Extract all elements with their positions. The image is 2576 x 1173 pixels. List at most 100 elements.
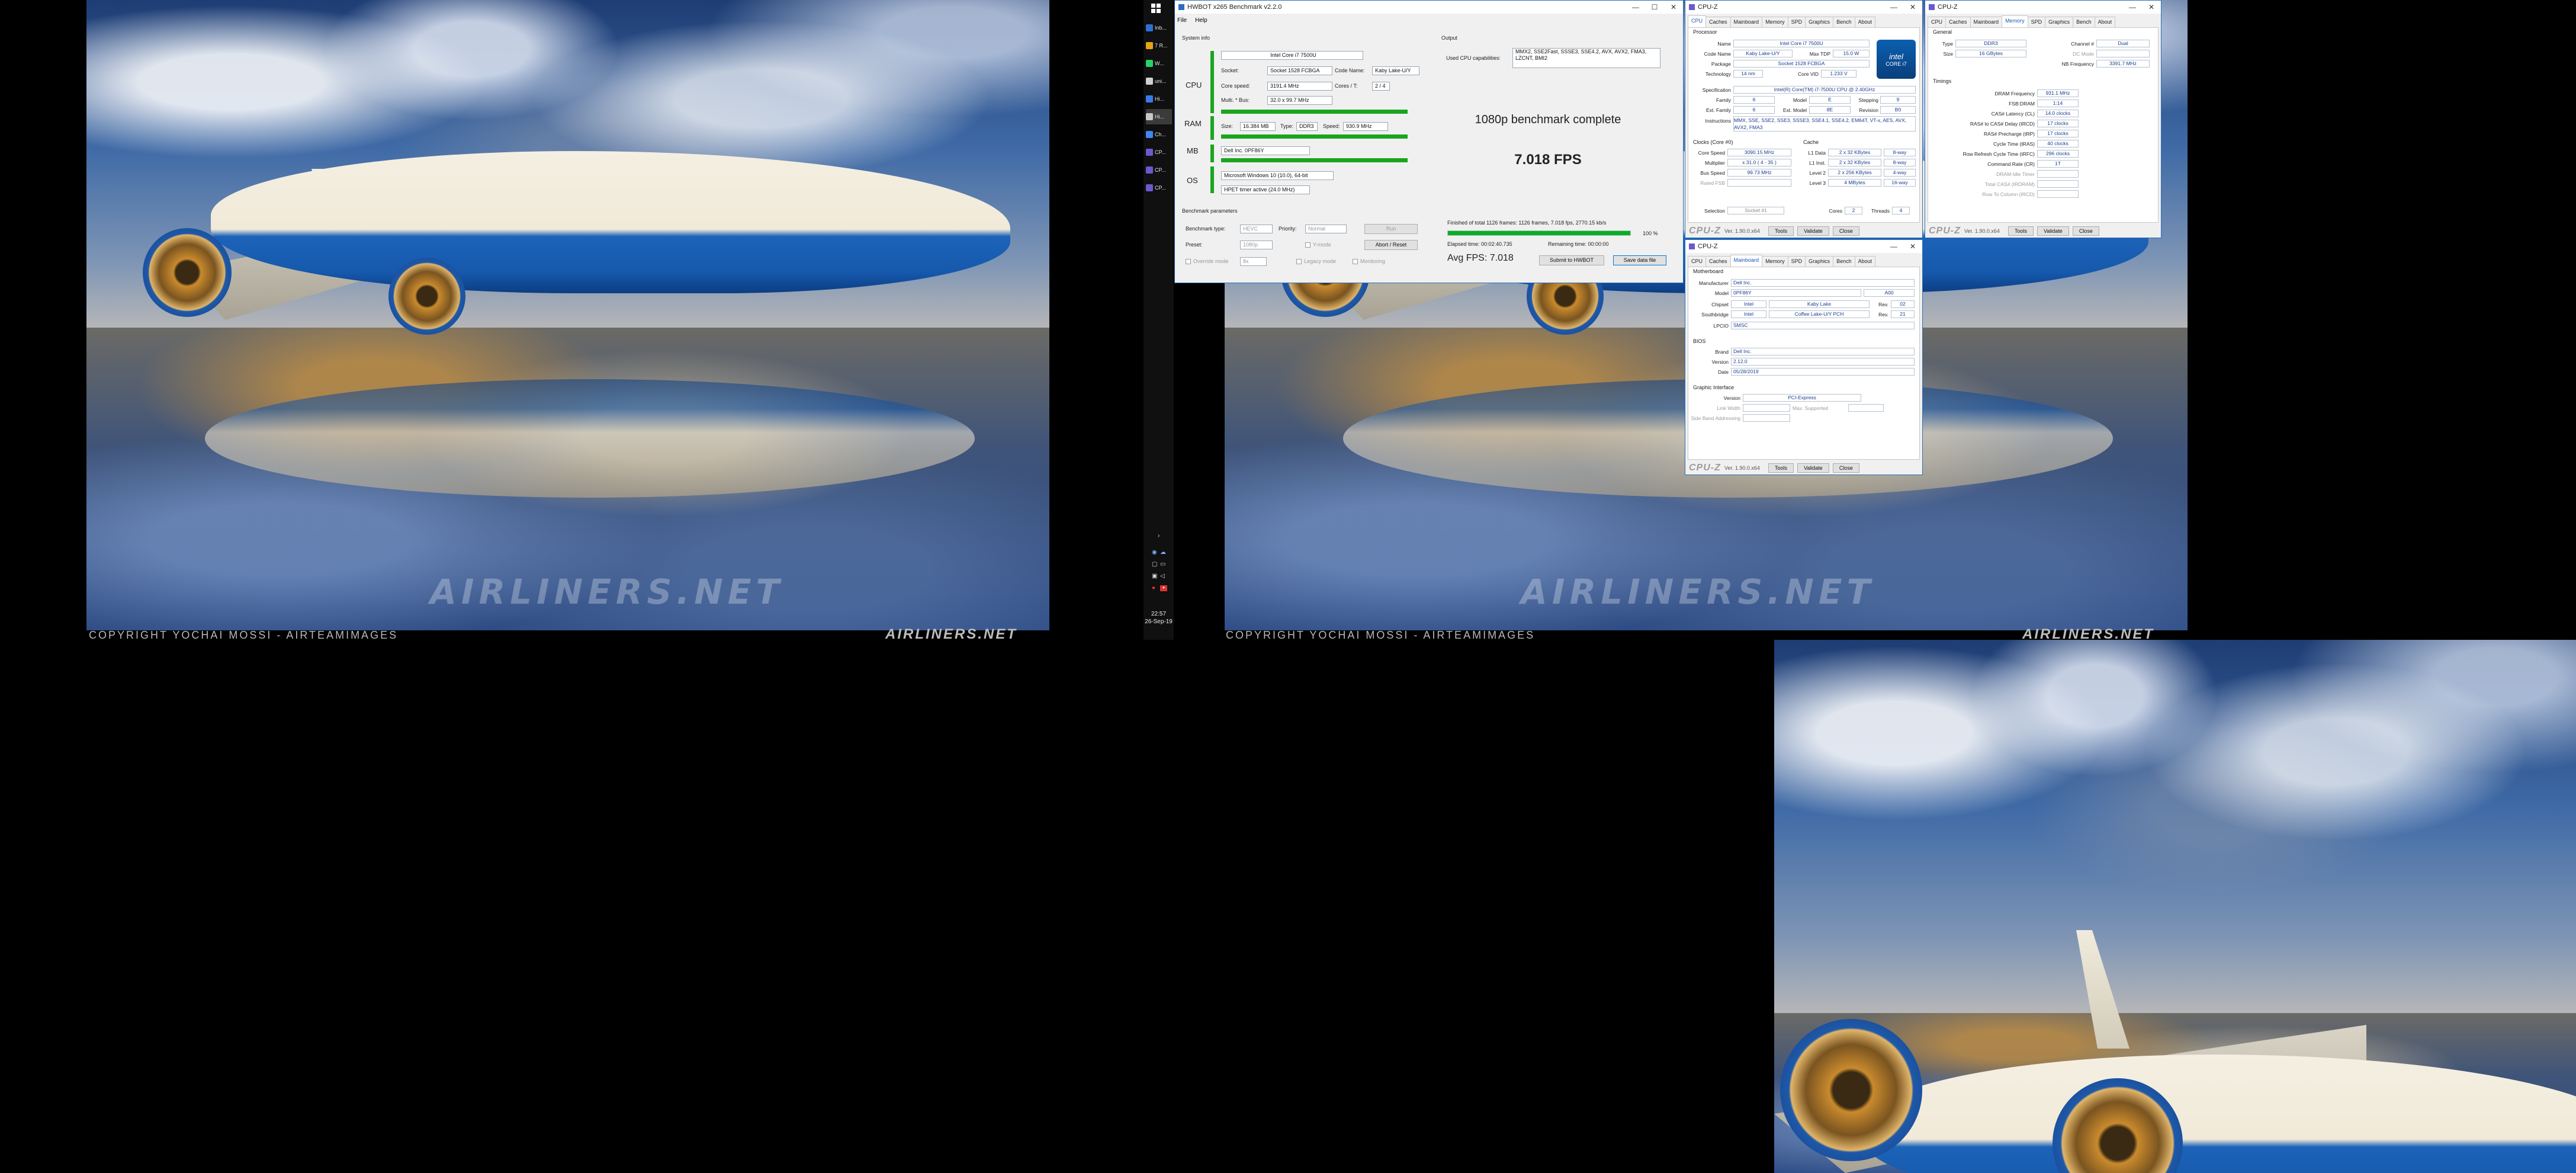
taskbar-app-button[interactable]: 7 R... — [1146, 38, 1172, 53]
taskbar-clock[interactable]: 22:57 26-Sep-19 — [1144, 610, 1174, 626]
tab-mainboard[interactable]: Mainboard — [1970, 17, 2003, 27]
tray-icon-app-badge[interactable]: ▪ — [1160, 585, 1167, 591]
preset-select[interactable]: 1080p — [1240, 241, 1273, 249]
priority-select[interactable]: Normal — [1305, 225, 1347, 233]
tab-memory[interactable]: Memory — [1762, 256, 1788, 267]
validate-button[interactable]: Validate — [1797, 463, 1829, 473]
taskbar-app-button[interactable]: CP... — [1146, 145, 1172, 160]
tab-spd[interactable]: SPD — [1787, 17, 1806, 27]
ymode-checkbox[interactable] — [1305, 242, 1311, 248]
close-icon[interactable]: ✕ — [1903, 242, 1922, 251]
minimize-icon[interactable]: — — [2123, 3, 2142, 11]
app-icon — [1146, 24, 1153, 31]
menu-file[interactable]: File — [1177, 17, 1187, 24]
monitoring-checkbox[interactable] — [1353, 259, 1358, 264]
tab-bench[interactable]: Bench — [1833, 256, 1855, 267]
start-button[interactable] — [1151, 4, 1165, 14]
codename-field: Kaby Lake-U/Y — [1733, 50, 1793, 57]
taskbar-app-button[interactable]: CP... — [1146, 162, 1172, 178]
cpuz-mainboard-titlebar[interactable]: CPU-Z — ✕ — [1685, 240, 1922, 253]
tools-button[interactable]: Tools — [1768, 463, 1794, 473]
tab-caches[interactable]: Caches — [1945, 17, 1971, 27]
taskbar-app-button[interactable]: Ch... — [1146, 127, 1172, 142]
tab-graphics[interactable]: Graphics — [1805, 17, 1834, 27]
benchmark-type-select[interactable]: HEVC — [1240, 225, 1273, 233]
tab-graphics[interactable]: Graphics — [1805, 256, 1834, 267]
busspeed-label: Bus Speed — [1700, 170, 1725, 176]
tools-button[interactable]: Tools — [1768, 226, 1794, 236]
multiplier-label: Multiplier — [1704, 160, 1725, 166]
override-checkbox[interactable] — [1186, 259, 1191, 264]
tray-icon-app-red[interactable]: ● — [1152, 585, 1159, 591]
tray-icon-display[interactable]: ▣ — [1152, 573, 1159, 579]
maximize-icon[interactable]: ☐ — [1645, 3, 1664, 11]
close-button[interactable]: Close — [1832, 226, 1859, 236]
abort-reset-button[interactable]: Abort / Reset — [1364, 240, 1418, 250]
extmodel-field: 8E — [1809, 106, 1851, 114]
tray-icon-chat[interactable]: ▢ — [1152, 562, 1159, 568]
tab-caches[interactable]: Caches — [1705, 256, 1731, 267]
tab-bench[interactable]: Bench — [1833, 17, 1855, 27]
taskbar-app-label: CP... — [1155, 167, 1166, 173]
motherboard-group-title: Motherboard — [1692, 268, 1725, 274]
tab-spd[interactable]: SPD — [2027, 17, 2046, 27]
tab-memory[interactable]: Memory — [1762, 17, 1788, 27]
show-hidden-icons-chevron-icon[interactable]: › — [1158, 533, 1165, 539]
cores-field: 2 — [1845, 207, 1862, 214]
override-select[interactable]: 8x — [1240, 257, 1267, 266]
tools-button[interactable]: Tools — [2008, 226, 2034, 236]
ram-type-field: DDR3 — [1296, 122, 1318, 131]
minimize-icon[interactable]: — — [1884, 3, 1903, 11]
tab-mainboard[interactable]: Mainboard — [1730, 255, 1763, 267]
specification-field: Intel(R) Core(TM) i7-7500U CPU @ 2.40GHz — [1733, 86, 1916, 94]
tab-caches[interactable]: Caches — [1705, 17, 1731, 27]
close-icon[interactable]: ✕ — [1903, 3, 1922, 11]
tab-memory[interactable]: Memory — [2002, 15, 2028, 27]
model-label: Model — [1793, 97, 1807, 103]
submit-hwbot-button[interactable]: Submit to HWBOT — [1539, 255, 1604, 265]
close-icon[interactable]: ✕ — [1664, 3, 1683, 11]
validate-button[interactable]: Validate — [2037, 226, 2069, 236]
tray-icon-volume[interactable]: ◁ — [1160, 573, 1167, 579]
close-button[interactable]: Close — [1832, 463, 1859, 473]
tab-cpu[interactable]: CPU — [1928, 17, 1947, 27]
minimize-icon[interactable]: — — [1884, 242, 1903, 251]
legacy-checkbox[interactable] — [1296, 259, 1302, 264]
validate-button[interactable]: Validate — [1797, 226, 1829, 236]
tab-about[interactable]: About — [2094, 17, 2116, 27]
close-icon[interactable]: ✕ — [2142, 3, 2161, 11]
tab-graphics[interactable]: Graphics — [2045, 17, 2074, 27]
taskbar-app-button[interactable]: Hi... — [1146, 109, 1172, 124]
cpuz-memory-titlebar[interactable]: CPU-Z — ✕ — [1925, 1, 2161, 14]
save-data-button[interactable]: Save data file — [1613, 255, 1666, 265]
tray-icon-battery[interactable]: ▭ — [1160, 562, 1167, 568]
selection-select[interactable]: Socket #1 — [1727, 207, 1784, 214]
run-button[interactable]: Run — [1364, 224, 1418, 234]
hwbot-titlebar[interactable]: HWBOT x265 Benchmark v2.2.0 — ☐ ✕ — [1175, 1, 1683, 14]
cpuz-cpu-titlebar[interactable]: CPU-Z — ✕ — [1685, 1, 1922, 14]
taskbar-app-button[interactable]: W... — [1146, 56, 1172, 71]
stepping-label: Stepping — [1858, 97, 1878, 103]
model-field: E — [1809, 96, 1851, 104]
bios-version-label: Version — [1711, 359, 1729, 365]
tab-cpu[interactable]: CPU — [1688, 15, 1707, 27]
close-button[interactable]: Close — [2072, 226, 2099, 236]
taskbar-app-button[interactable]: CP... — [1146, 180, 1172, 196]
minimize-icon[interactable]: — — [1626, 3, 1645, 11]
tab-about[interactable]: About — [1854, 256, 1876, 267]
timing-value — [2037, 170, 2079, 178]
tab-mainboard[interactable]: Mainboard — [1730, 17, 1763, 27]
cpuz-memory-footer: CPU-Z Ver. 1.90.0.x64 Tools Validate Clo… — [1925, 225, 2161, 238]
core-speed-field: 3191.4 MHz — [1267, 82, 1332, 91]
taskbar-app-button[interactable]: Inb... — [1146, 20, 1172, 36]
tray-icon-network[interactable]: ◉ — [1152, 550, 1159, 556]
menu-help[interactable]: Help — [1195, 17, 1207, 24]
taskbar-app-button[interactable]: uni... — [1146, 73, 1172, 89]
tray-icon-cloud[interactable]: ☁ — [1160, 550, 1167, 556]
tab-spd[interactable]: SPD — [1787, 256, 1806, 267]
tab-bench[interactable]: Bench — [2073, 17, 2095, 27]
taskbar-app-button[interactable]: Hi... — [1146, 91, 1172, 107]
tab-cpu[interactable]: CPU — [1688, 256, 1707, 267]
tab-about[interactable]: About — [1854, 17, 1876, 27]
ratedfsb-field — [1727, 179, 1791, 187]
